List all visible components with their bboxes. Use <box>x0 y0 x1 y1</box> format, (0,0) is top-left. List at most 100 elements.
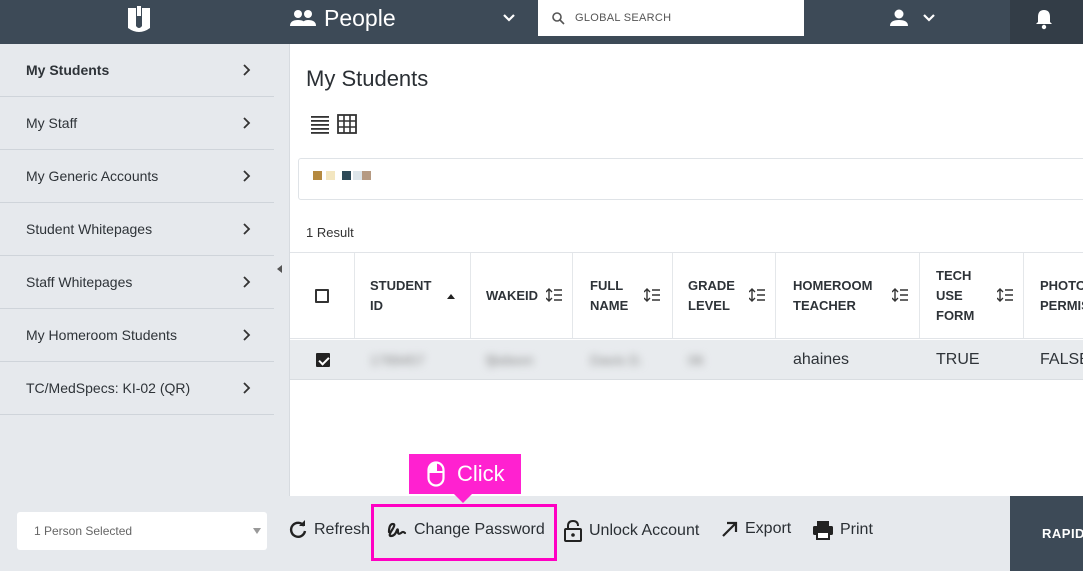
sidebar-item-my-students[interactable]: My Students <box>0 44 274 97</box>
full-name-cell: Davis D. <box>590 352 643 368</box>
column-header-photo-permission[interactable]: PHOTO PERMIS <box>1024 253 1083 338</box>
filter-chip-icon <box>326 171 335 180</box>
select-all-cell <box>290 253 355 338</box>
global-search[interactable] <box>538 0 804 36</box>
app-switcher-chevron-icon[interactable] <box>500 9 518 27</box>
sidebar-item-label: My Homeroom Students <box>26 327 177 343</box>
sort-icon <box>644 288 660 302</box>
user-menu[interactable] <box>888 7 938 29</box>
global-search-input[interactable] <box>575 12 775 24</box>
tech-use-form-cell: TRUE <box>936 351 980 368</box>
sidebar-item-my-staff[interactable]: My Staff <box>0 97 274 150</box>
photo-permission-cell: FALSE <box>1040 351 1083 368</box>
sidebar-collapse-icon[interactable] <box>277 265 282 273</box>
row-checkbox[interactable] <box>315 353 330 367</box>
grid-view-icon[interactable] <box>337 114 357 134</box>
change-password-highlight <box>371 504 557 561</box>
column-header-homeroom-teacher[interactable]: HOMEROOM TEACHER <box>776 253 920 338</box>
sidebar-item-label: My Generic Accounts <box>26 168 159 184</box>
notifications-button[interactable] <box>1010 0 1083 44</box>
app-title-label: People <box>324 4 396 31</box>
result-count: 1 Result <box>306 225 354 240</box>
main-content: My Students 1 Result STUDENT ID WAKEID F… <box>290 44 1083 496</box>
mouse-icon <box>427 461 445 487</box>
export-arrow-icon <box>722 521 738 537</box>
refresh-icon <box>289 520 307 538</box>
homeroom-teacher-cell: ahaines <box>793 351 850 368</box>
print-label: Print <box>840 521 873 538</box>
column-header-label: TECH USE FORM <box>936 267 975 323</box>
print-button[interactable]: Print <box>812 520 873 540</box>
unlock-account-button[interactable]: Unlock Account <box>563 520 699 542</box>
sidebar-item-student-whitepages[interactable]: Student Whitepages <box>0 203 274 256</box>
chevron-right-icon <box>243 276 251 288</box>
click-tooltip-label: Click <box>457 461 505 486</box>
row-select-cell <box>290 340 355 380</box>
sidebar-item-label: TC/MedSpecs: KI-02 (QR) <box>26 380 191 396</box>
selection-label: 1 Person Selected <box>34 524 133 538</box>
sidebar-item-label: Staff Whitepages <box>26 274 133 290</box>
chevron-right-icon <box>243 382 251 394</box>
dropdown-caret-icon <box>253 528 261 534</box>
column-header-student-id[interactable]: STUDENT ID <box>355 253 471 338</box>
page-title: My Students <box>306 66 429 91</box>
search-icon <box>552 11 565 25</box>
export-button[interactable]: Export <box>721 520 791 538</box>
rapid-button[interactable]: RAPID <box>1010 496 1083 571</box>
column-header-full-name[interactable]: FULL NAME <box>573 253 673 338</box>
filter-bar[interactable] <box>298 158 1083 200</box>
chevron-right-icon <box>243 170 251 182</box>
wakeid-cell: fjbdwxn <box>486 352 534 368</box>
column-header-label: HOMEROOM TEACHER <box>793 277 873 313</box>
unlock-account-label: Unlock Account <box>589 522 700 539</box>
student-id-cell: 1789457 <box>370 352 425 368</box>
sidebar-item-label: My Staff <box>26 115 78 131</box>
chevron-right-icon <box>243 117 251 129</box>
sidebar-item-my-homeroom-students[interactable]: My Homeroom Students <box>0 309 274 362</box>
user-icon <box>890 9 908 26</box>
school-logo-icon[interactable] <box>126 6 152 32</box>
sidebar-item-label: My Students <box>26 62 110 78</box>
app-title[interactable]: People <box>290 0 396 36</box>
sort-icon <box>546 288 562 302</box>
top-bar: People <box>0 0 1083 44</box>
chevron-right-icon <box>243 223 251 235</box>
sort-icon <box>997 288 1013 302</box>
refresh-button[interactable]: Refresh <box>288 520 370 540</box>
people-icon <box>290 10 316 26</box>
sort-icon <box>749 288 765 302</box>
filter-chip-icon <box>313 171 322 180</box>
refresh-label: Refresh <box>314 521 371 538</box>
filter-chip-icon <box>362 171 371 180</box>
table-row[interactable]: 1789457 fjbdwxn Davis D. 06 ahaines TRUE… <box>290 340 1083 380</box>
table-header: STUDENT ID WAKEID FULL NAME GRADE LEVEL … <box>290 252 1083 339</box>
column-header-wakeid[interactable]: WAKEID <box>471 253 573 338</box>
column-header-label: GRADE LEVEL <box>688 277 735 313</box>
unlock-icon <box>564 520 582 542</box>
sidebar-item-label: Student Whitepages <box>26 221 153 237</box>
export-label: Export <box>745 520 792 537</box>
column-header-label: STUDENT ID <box>370 277 432 313</box>
chevron-right-icon <box>243 64 251 76</box>
rapid-label: RAPID <box>1042 526 1083 541</box>
list-view-icon[interactable] <box>310 114 330 134</box>
selection-dropdown[interactable]: 1 Person Selected <box>17 512 267 550</box>
column-header-tech-use-form[interactable]: TECH USE FORM <box>920 253 1024 338</box>
click-tooltip: Click <box>409 454 521 503</box>
sidebar-item-my-generic-accounts[interactable]: My Generic Accounts <box>0 150 274 203</box>
filter-chip-icon <box>342 171 351 180</box>
filter-chip-icon <box>353 171 362 180</box>
sidebar-item-staff-whitepages[interactable]: Staff Whitepages <box>0 256 274 309</box>
select-all-checkbox[interactable] <box>315 288 329 303</box>
column-header-label: WAKEID <box>486 287 538 303</box>
sidebar-item-tc-medspecs[interactable]: TC/MedSpecs: KI-02 (QR) <box>0 362 274 415</box>
column-header-grade-level[interactable]: GRADE LEVEL <box>673 253 776 338</box>
chevron-right-icon <box>243 329 251 341</box>
sidebar: My Students My Staff My Generic Accounts… <box>0 44 290 496</box>
printer-icon <box>813 521 833 540</box>
sort-icon <box>892 288 908 302</box>
chevron-down-icon <box>923 14 935 22</box>
column-header-label: FULL NAME <box>590 277 629 313</box>
bell-icon <box>1036 10 1052 30</box>
sort-ascending-icon <box>447 294 455 299</box>
